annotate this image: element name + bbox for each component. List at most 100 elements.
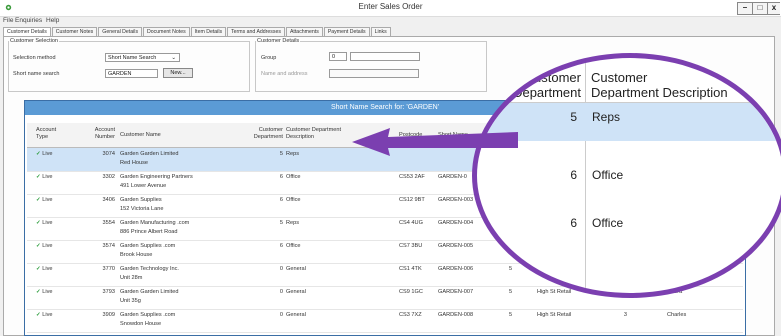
menu-file[interactable]: File — [3, 17, 13, 24]
menu-bar: File Enquiries Help — [0, 17, 781, 26]
cell-department: 5 — [279, 151, 283, 157]
mag-row1-desc: Reps — [592, 110, 621, 124]
cell-account-number: 3770 — [102, 266, 115, 272]
cell-short-name: GARDEN-005 — [438, 243, 474, 249]
cell-extra-1: 5 — [509, 289, 513, 295]
tab-item-details[interactable]: Item Details — [190, 27, 227, 36]
cell-account-type: ✓ Live — [36, 243, 53, 249]
cell-short-name: GARDEN-006 — [438, 266, 474, 272]
cell-postcode: CS1 4TK — [399, 266, 422, 272]
selection-method-select[interactable]: Short Name Search ⌄ — [105, 53, 180, 62]
tab-attachments[interactable]: Attachments — [285, 27, 323, 36]
customer-selection-legend: Customer Selection — [10, 38, 58, 44]
selection-method-label: Selection method — [13, 55, 56, 61]
cell-extra-1: 5 — [509, 266, 513, 272]
short-name-search-label: Short name search — [13, 71, 60, 77]
mag-row3-dept: 6 — [570, 216, 577, 230]
cell-account-number: 3793 — [102, 289, 115, 295]
cell-account-number: 3554 — [102, 220, 115, 226]
cell-department: 6 — [279, 243, 283, 249]
magnifier-col-department: Customer Department — [497, 70, 581, 100]
group-label: Group — [261, 55, 277, 61]
cell-postcode: CS3 7XZ — [399, 312, 422, 318]
maximize-button[interactable]: □ — [752, 2, 768, 15]
col-account-number[interactable]: Account Number — [87, 127, 115, 140]
account-type-text: Live — [42, 243, 53, 249]
account-type-text: Live — [42, 151, 53, 157]
cell-address: Unit 35g — [120, 298, 141, 304]
account-type-text: Live — [42, 266, 53, 272]
cell-address: 152 Victoria Lane — [120, 206, 164, 212]
cell-department: 0 — [279, 266, 283, 272]
cell-department: 5 — [279, 220, 283, 226]
tab-strip: Customer Details Customer Notes General … — [3, 27, 392, 36]
cell-customer-name: Garden Garden Limited — [120, 289, 179, 295]
account-type-text: Live — [42, 220, 53, 226]
cell-short-name: GARDEN-003 — [438, 197, 474, 203]
cell-postcode: CS7 3BU — [399, 243, 423, 249]
short-name-search-input[interactable]: GARDEN — [105, 69, 158, 78]
cell-account-type: ✓ Live — [36, 197, 53, 203]
menu-enquiries[interactable]: Enquiries — [15, 17, 42, 24]
cell-extra-3: 3 — [623, 312, 627, 318]
app-icon — [5, 4, 12, 11]
cell-extra-2: High St Retail — [537, 289, 572, 295]
tab-general-details[interactable]: General Details — [98, 27, 143, 36]
mag-dept-line2: Department — [513, 85, 581, 100]
cell-account-number: 3406 — [102, 197, 115, 203]
cell-address: Snowdon House — [120, 321, 162, 327]
cell-extra-2: High St Retail — [537, 312, 572, 318]
cell-postcode: CS53 2AF — [399, 174, 425, 180]
group-input[interactable]: 0 — [329, 52, 347, 61]
close-button[interactable]: x — [767, 2, 780, 15]
cell-account-type: ✓ Live — [36, 220, 53, 226]
col-customer-name[interactable]: Customer Name — [120, 132, 161, 139]
mag-row1-dept: 5 — [570, 110, 577, 124]
cell-account-number: 3574 — [102, 243, 115, 249]
cell-postcode: CS4 4UG — [399, 220, 423, 226]
tab-links[interactable]: Links — [370, 27, 391, 36]
pointer-arrow — [352, 128, 518, 156]
col-customer-department[interactable]: Customer Department — [241, 127, 283, 140]
title-bar: Enter Sales Order – □ x — [0, 0, 781, 17]
chevron-down-icon: ⌄ — [171, 55, 176, 61]
new-customer-button[interactable]: New... — [163, 68, 193, 78]
cell-account-number: 3074 — [102, 151, 115, 157]
mag-row3-desc: Office — [592, 216, 624, 230]
tab-document-notes[interactable]: Document Notes — [143, 27, 190, 36]
cell-short-name: GARDEN-0 — [438, 174, 467, 180]
customer-details-legend: Customer Details — [257, 38, 300, 44]
cell-department: 0 — [279, 289, 283, 295]
cell-customer-name: Garden Engineering Partners — [120, 174, 193, 180]
cell-department-description: Office — [286, 174, 301, 180]
tab-customer-notes[interactable]: Customer Notes — [51, 27, 98, 36]
cell-account-type: ✓ Live — [36, 289, 53, 295]
mag-desc-line1: Customer — [591, 70, 648, 85]
tab-terms-addresses[interactable]: Terms and Addresses — [227, 27, 285, 36]
cell-short-name: GARDEN-004 — [438, 220, 474, 226]
cell-short-name: GARDEN-008 — [438, 312, 474, 318]
tab-payment-details[interactable]: Payment Details — [323, 27, 370, 36]
cell-customer-name: Garden Supplies — [120, 197, 162, 203]
minimize-button[interactable]: – — [737, 2, 753, 15]
name-address-label: Name and address — [261, 71, 308, 77]
cell-account-type: ✓ Live — [36, 312, 53, 318]
cell-address: 886 Prince Albert Road — [120, 229, 178, 235]
group-name-input[interactable] — [350, 52, 420, 61]
name-address-input[interactable] — [329, 69, 419, 78]
cell-customer-name: Garden Manufacturing .com — [120, 220, 190, 226]
account-type-text: Live — [42, 312, 53, 318]
tab-customer-details[interactable]: Customer Details — [3, 27, 51, 36]
cell-customer-name: Garden Supplies .com — [120, 243, 176, 249]
cell-department-description: Reps — [286, 151, 300, 157]
cell-customer-name: Garden Supplies .com — [120, 312, 176, 318]
menu-help[interactable]: Help — [46, 17, 59, 24]
col-account-type[interactable]: Account Type — [36, 127, 68, 140]
zoom-magnifier: Customer Department Customer Department … — [472, 53, 781, 298]
table-row[interactable]: ✓ Live 3909 Garden Supplies .com 0 General CS… — [27, 309, 743, 333]
cell-extra-1: 5 — [509, 312, 513, 318]
cell-account-type: ✓ Live — [36, 174, 53, 180]
cell-department: 6 — [279, 197, 283, 203]
cell-account-number: 3909 — [102, 312, 115, 318]
cell-address: Brook House — [120, 252, 153, 258]
